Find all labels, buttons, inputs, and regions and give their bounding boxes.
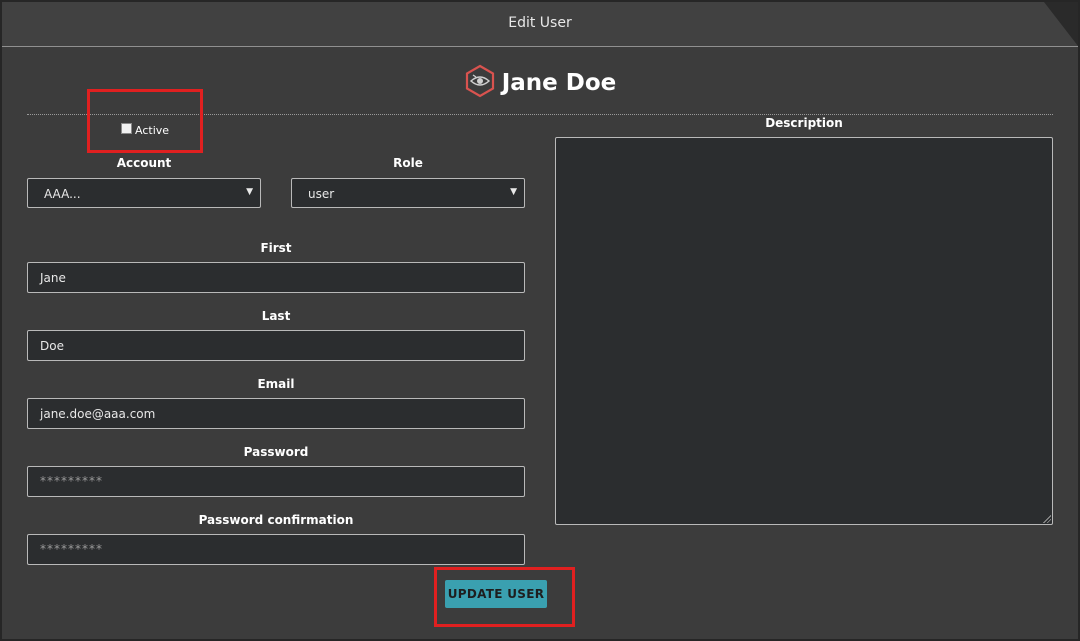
email-value: jane.doe@aaa.com (40, 407, 156, 421)
password-placeholder: ********* (40, 474, 103, 488)
titlebar-corner-decoration (1044, 2, 1078, 46)
active-highlight-box (87, 89, 203, 153)
dialog-titlebar: Edit User (2, 2, 1078, 47)
last-name-input[interactable]: Doe (27, 330, 525, 361)
description-textarea[interactable] (555, 137, 1053, 525)
chevron-down-icon: ▼ (246, 187, 253, 197)
last-name-label: Last (261, 309, 291, 323)
update-user-highlight-box (434, 567, 575, 627)
last-name-value: Doe (40, 339, 64, 353)
first-name-value: Jane (40, 271, 66, 285)
password-confirmation-input[interactable]: ********* (27, 534, 525, 565)
role-select[interactable]: user ▼ (291, 178, 525, 208)
dialog-title: Edit User (508, 15, 572, 31)
first-name-label: First (260, 241, 292, 255)
eye-hexagon-icon (464, 64, 496, 102)
account-label: Account (116, 156, 172, 170)
email-input[interactable]: jane.doe@aaa.com (27, 398, 525, 429)
account-select[interactable]: AAA... ▼ (27, 178, 261, 208)
role-select-value: user (308, 187, 335, 201)
password-label: Password (243, 445, 309, 459)
password-input[interactable]: ********* (27, 466, 525, 497)
description-label: Description (765, 116, 843, 130)
email-label: Email (257, 377, 295, 391)
role-label: Role (393, 156, 423, 170)
password-confirmation-label: Password confirmation (198, 513, 354, 527)
chevron-down-icon: ▼ (510, 187, 517, 197)
password-confirmation-placeholder: ********* (40, 542, 103, 556)
user-name-heading: Jane Doe (501, 70, 617, 96)
first-name-input[interactable]: Jane (27, 262, 525, 293)
account-select-value: AAA... (44, 187, 81, 201)
resize-handle[interactable] (1043, 515, 1051, 523)
